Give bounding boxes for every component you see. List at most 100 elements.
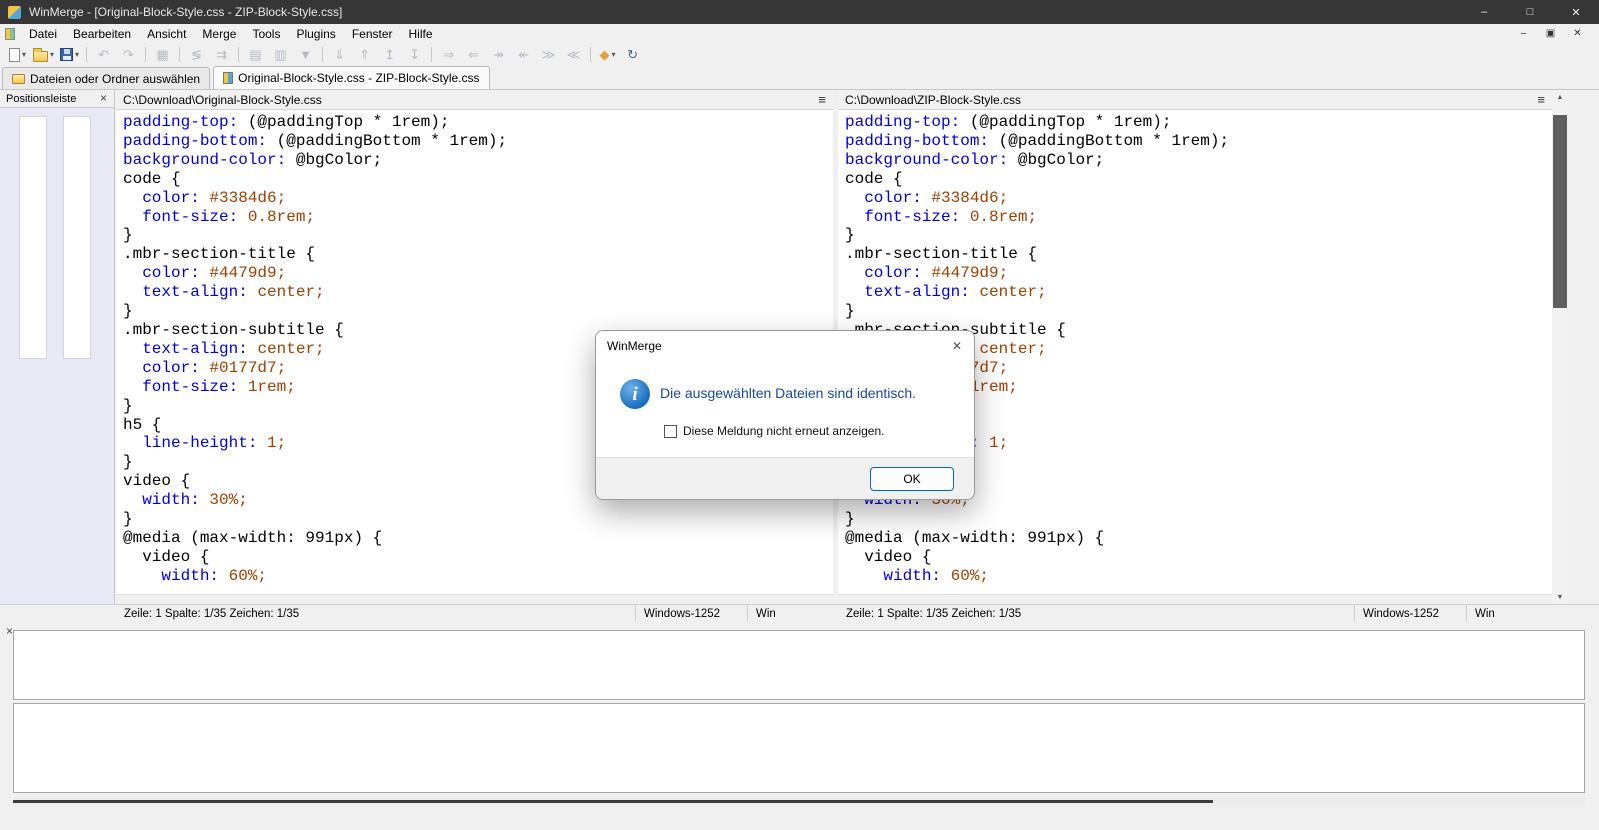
menu-item-fenster[interactable]: Fenster xyxy=(344,24,401,43)
menu-item-bearbeiten[interactable]: Bearbeiten xyxy=(65,24,139,43)
difference-hscrollbar-thumb[interactable] xyxy=(13,800,1213,803)
menu-item-hilfe[interactable]: Hilfe xyxy=(401,24,441,43)
copy-left-button[interactable]: ⇐ xyxy=(461,44,486,65)
prev-difference-button[interactable]: ⇑ xyxy=(352,44,377,65)
location-pane-close-icon[interactable]: × xyxy=(97,92,110,105)
next-difference-button[interactable]: ⇓ xyxy=(327,44,352,65)
code-token: } xyxy=(123,302,133,320)
code-token xyxy=(960,208,970,226)
tab-folder-select[interactable]: Dateien oder Ordner auswählen xyxy=(2,67,210,89)
dont-show-again-row: Diese Meldung nicht erneut anzeigen. xyxy=(664,424,884,438)
code-token: 60%; xyxy=(951,567,989,585)
dialog-message: Die ausgewählten Dateien sind identisch. xyxy=(660,385,916,401)
first-difference-button[interactable]: ↥ xyxy=(377,44,402,65)
location-pane-body[interactable] xyxy=(0,108,114,604)
plugins-button[interactable]: ◆▾ xyxy=(595,44,620,65)
mdi-restore-button[interactable]: ▣ xyxy=(1537,25,1564,42)
select-line-diff-button[interactable]: ≶ xyxy=(184,44,209,65)
menu-item-merge[interactable]: Merge xyxy=(194,24,244,43)
toolbar-items: ▾▾▾↶↷▦≶⇉▤▥▼⇓⇑↥↧⇒⇐↠↞≫≪◆▾↻ xyxy=(0,43,1599,66)
code-token: width: xyxy=(142,491,200,509)
window-maximize-button[interactable]: □ xyxy=(1507,0,1553,24)
menu-item-tools[interactable]: Tools xyxy=(244,24,288,43)
code-token xyxy=(200,491,210,509)
toolbar-separator xyxy=(590,47,591,62)
report-button[interactable]: ▦ xyxy=(150,44,175,65)
winmerge-window: WinMerge - [Original-Block-Style.css - Z… xyxy=(0,0,1599,830)
right-pane-menu-button[interactable]: ≡ xyxy=(1537,92,1545,107)
code-token: #4479d9; xyxy=(209,264,286,282)
left-pane-menu-button[interactable]: ≡ xyxy=(818,92,826,107)
show-identical-button[interactable]: ▤ xyxy=(243,44,268,65)
copy-left-advance-arrow-icon: ↞ xyxy=(518,48,529,61)
copy-right-button[interactable]: ⇒ xyxy=(436,44,461,65)
code-token: 1rem; xyxy=(248,378,296,396)
code-token: @media (max-width: 991px) { xyxy=(123,529,382,547)
code-token: (@paddingTop * 1rem); xyxy=(238,113,449,131)
reload-plugins-button[interactable]: ↻ xyxy=(620,44,645,65)
dialog-body: i Die ausgewählten Dateien sind identisc… xyxy=(596,360,974,459)
folder-select-tab-icon xyxy=(12,74,25,84)
right-pane-hscrollbar[interactable] xyxy=(838,594,1552,604)
last-difference-arrow-icon: ↧ xyxy=(409,48,420,61)
right-status-position: Zeile: 1 Spalte: 1/35 Zeichen: 1/35 xyxy=(838,608,1354,620)
undo-button[interactable]: ↶ xyxy=(91,44,116,65)
save-button[interactable]: ▾ xyxy=(57,44,82,65)
code-token xyxy=(845,264,864,282)
last-difference-button[interactable]: ↧ xyxy=(402,44,427,65)
menu-item-ansicht[interactable]: Ansicht xyxy=(139,24,194,43)
menu-item-plugins[interactable]: Plugins xyxy=(288,24,343,43)
code-token xyxy=(845,283,864,301)
difference-hscrollbar[interactable] xyxy=(13,797,1585,806)
copy-all-right-button[interactable]: ≫ xyxy=(536,44,561,65)
redo-button[interactable]: ↷ xyxy=(116,44,141,65)
open-button[interactable]: ▾ xyxy=(30,44,57,65)
copy-left-advance-button[interactable]: ↞ xyxy=(511,44,536,65)
scroll-up-icon[interactable]: ▲ xyxy=(1552,90,1568,104)
new-button[interactable]: ▾ xyxy=(5,44,30,65)
code-line: color: #4479d9; xyxy=(845,264,1552,283)
filter-button[interactable]: ▼ xyxy=(293,44,318,65)
ok-button[interactable]: OK xyxy=(870,467,954,491)
info-icon: i xyxy=(620,379,650,409)
code-token: video { xyxy=(123,548,209,566)
location-map-right[interactable] xyxy=(63,116,91,359)
code-line: padding-top: (@paddingTop * 1rem); xyxy=(123,113,833,132)
dont-show-again-checkbox[interactable] xyxy=(664,425,677,438)
window-minimize-button[interactable]: – xyxy=(1461,0,1507,24)
code-token: 1; xyxy=(267,434,286,452)
show-different-button[interactable]: ▥ xyxy=(268,44,293,65)
code-token: background-color: xyxy=(123,151,286,169)
code-token: @bgColor; xyxy=(1008,151,1104,169)
code-token: font-size: xyxy=(142,208,238,226)
code-token: h5 { xyxy=(123,416,161,434)
code-token xyxy=(248,340,258,358)
code-line: padding-bottom: (@paddingBottom * 1rem); xyxy=(845,132,1552,151)
dialog-close-button[interactable]: ✕ xyxy=(940,331,974,360)
menu-item-datei[interactable]: Datei xyxy=(21,24,65,43)
code-token xyxy=(970,283,980,301)
tabbar: Dateien oder Ordner auswählen Original-B… xyxy=(0,66,1599,90)
location-map-left[interactable] xyxy=(19,116,47,359)
auto-merge-button[interactable]: ⇉ xyxy=(209,44,234,65)
undo-arrow-icon: ↶ xyxy=(98,48,109,61)
copy-all-left-button[interactable]: ≪ xyxy=(561,44,586,65)
difference-left-content xyxy=(13,630,1585,700)
left-pane-hscrollbar[interactable] xyxy=(116,594,833,604)
code-token: #3384d6; xyxy=(209,189,286,207)
mdi-minimize-button[interactable]: – xyxy=(1510,25,1537,42)
vertical-scrollbar-thumb[interactable] xyxy=(1553,115,1567,308)
difference-pane: × Unterschiedsleiste xyxy=(0,622,1599,830)
window-close-button[interactable]: ✕ xyxy=(1553,0,1599,24)
code-token: width: xyxy=(161,567,219,585)
tab-file-compare[interactable]: Original-Block-Style.css - ZIP-Block-Sty… xyxy=(213,66,489,89)
code-token xyxy=(979,434,989,452)
document-icon xyxy=(5,28,15,40)
code-token: color: xyxy=(864,264,922,282)
mdi-close-button[interactable]: ✕ xyxy=(1564,25,1591,42)
vertical-scrollbar[interactable]: ▲ ▼ xyxy=(1552,90,1568,604)
code-token xyxy=(123,359,142,377)
dialog-footer: OK xyxy=(596,457,974,499)
copy-right-advance-button[interactable]: ↠ xyxy=(486,44,511,65)
scroll-down-icon[interactable]: ▼ xyxy=(1552,590,1568,604)
